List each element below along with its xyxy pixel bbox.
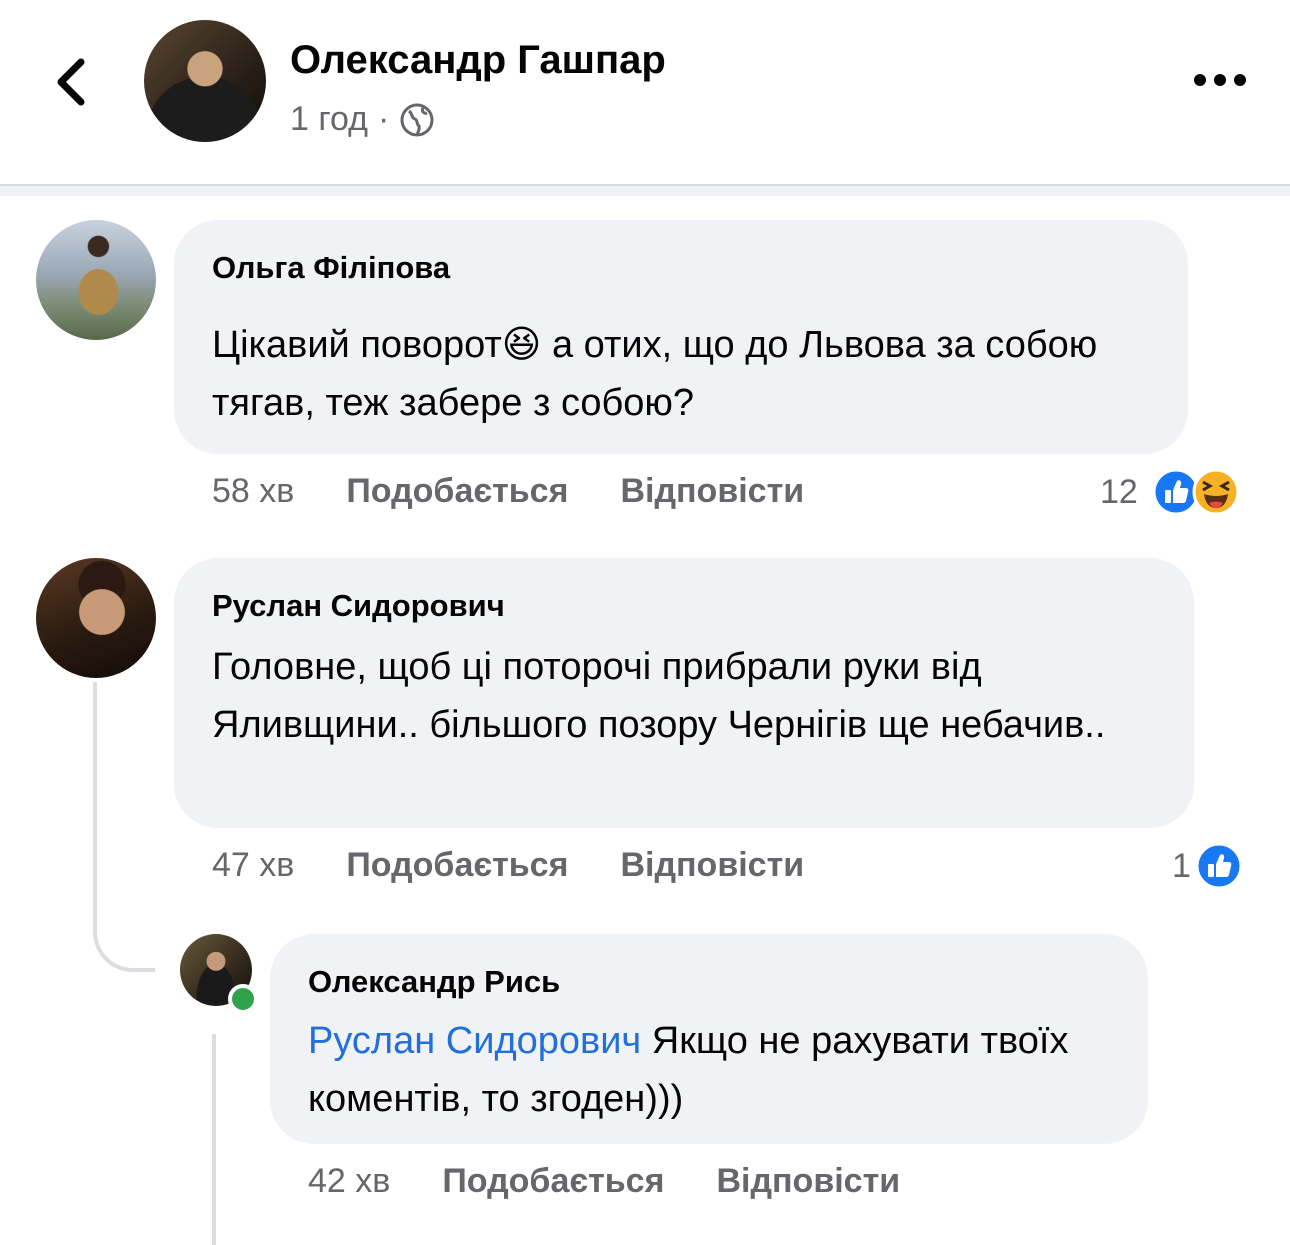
comment-time[interactable]: 42 хв (308, 1162, 390, 1201)
section-separator (0, 186, 1290, 196)
reply-button[interactable]: Відповісти (620, 846, 804, 885)
like-button[interactable]: Подобається (346, 472, 568, 511)
comment-text-start: Цікавий поворот (212, 324, 502, 366)
comment-author[interactable]: Руслан Сидорович (212, 588, 505, 624)
like-button[interactable]: Подобається (442, 1162, 664, 1201)
mention-link[interactable]: Руслан Сидорович (308, 1020, 641, 1062)
comment-actions: 47 хв Подобається Відповісти (212, 846, 804, 885)
comment-time[interactable]: 47 хв (212, 846, 294, 885)
comment-actions: 58 хв Подобається Відповісти (212, 472, 804, 511)
like-button[interactable]: Подобається (346, 846, 568, 885)
globe-icon (400, 103, 434, 136)
more-horizontal-icon[interactable] (1192, 68, 1248, 92)
chevron-left-icon[interactable] (48, 52, 98, 112)
online-status-dot (228, 984, 258, 1014)
reaction-count: 1 (1172, 846, 1191, 885)
comment-text: Цікавий поворот😆 а отих, що до Львова за… (212, 316, 1162, 432)
comment-author[interactable]: Олександр Рись (308, 964, 560, 1000)
avatar[interactable] (36, 558, 156, 678)
thread-line (93, 682, 97, 914)
like-icon (1195, 842, 1243, 890)
meta-separator: · (378, 100, 390, 138)
thread-branch (93, 906, 155, 972)
comment-author[interactable]: Ольга Філіпова (212, 250, 450, 286)
haha-icon (1192, 468, 1240, 516)
reactions-summary[interactable]: 12 (1100, 468, 1240, 516)
comment-text: Головне, щоб ці поторочі прибрали руки в… (212, 646, 1106, 746)
avatar[interactable] (36, 220, 156, 340)
reply-button[interactable]: Відповісти (620, 472, 804, 511)
post-meta: 1 год · (290, 100, 435, 139)
reply-button[interactable]: Відповісти (716, 1162, 900, 1201)
reaction-count: 12 (1100, 472, 1138, 511)
thread-line (212, 1034, 216, 1245)
post-author-avatar[interactable] (144, 20, 266, 142)
comment-time[interactable]: 58 хв (212, 472, 294, 511)
reactions-summary[interactable]: 1 (1172, 842, 1243, 890)
grinning-squinting-emoji-icon: 😆 (501, 324, 542, 366)
post-author-name[interactable]: Олександр Гашпар (290, 38, 666, 83)
comment-text: Руслан Сидорович Якщо не рахувати твоїх … (308, 1012, 1128, 1128)
post-time[interactable]: 1 год (290, 100, 368, 139)
comment-actions: 42 хв Подобається Відповісти (308, 1162, 900, 1201)
